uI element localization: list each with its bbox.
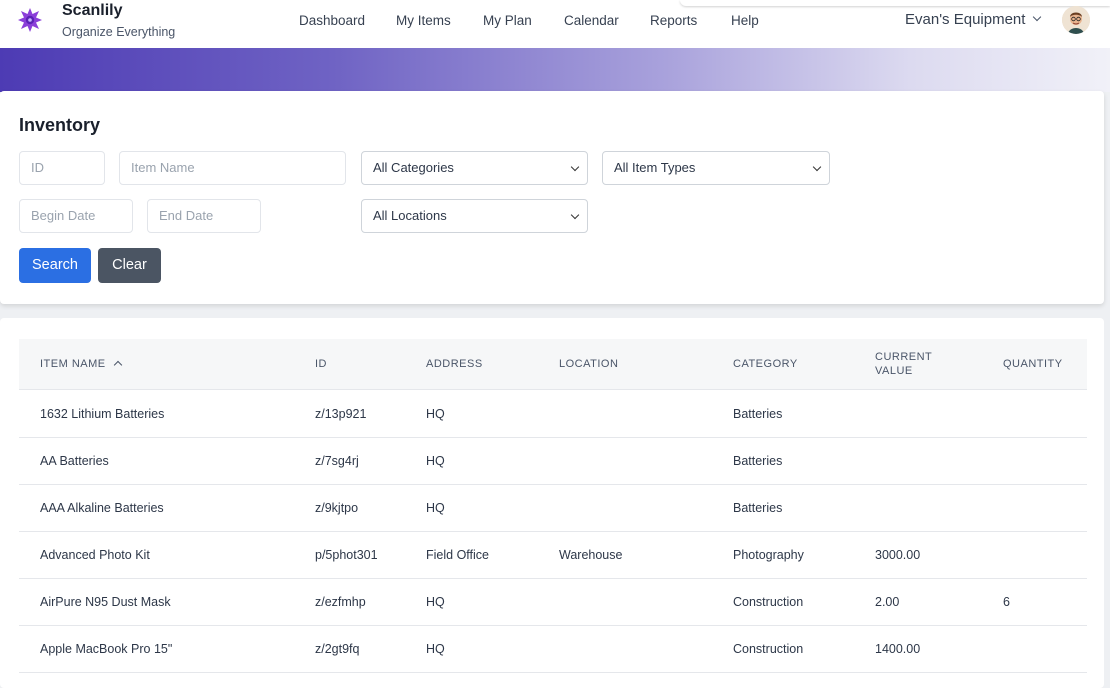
cell-category: Batteries <box>733 501 783 515</box>
column-header-current-value[interactable]: CURRENT VALUE <box>875 351 932 377</box>
page-title: Inventory <box>19 115 101 135</box>
search-button[interactable]: Search <box>19 248 91 283</box>
table-row[interactable]: AAA Alkaline Batteries z/9kjtpo HQ Batte… <box>19 485 1087 532</box>
location-select[interactable]: All Locations <box>361 199 588 233</box>
account-switcher[interactable]: Evan's Equipment <box>905 11 1042 28</box>
nav-help[interactable]: Help <box>731 13 759 28</box>
cell-id: z/9kjtpo <box>315 501 359 515</box>
table-row[interactable]: Advanced Photo Kit p/5phot301 Field Offi… <box>19 532 1087 579</box>
cell-category: Batteries <box>733 407 783 421</box>
item-name-input[interactable]: Item Name <box>119 151 346 185</box>
column-header-label: VALUE <box>875 365 913 377</box>
nav-dashboard[interactable]: Dashboard <box>299 13 365 28</box>
nav-calendar[interactable]: Calendar <box>564 13 619 28</box>
cell-category: Photography <box>733 548 804 562</box>
cell-quantity: 6 <box>1003 595 1010 609</box>
table-header: ITEM NAME ID ADDRESS LOCATION CATEGORY C… <box>19 339 1087 390</box>
category-select-value: All Categories <box>373 160 454 175</box>
header-banner <box>0 48 1110 92</box>
nav-reports[interactable]: Reports <box>650 13 697 28</box>
cell-id: p/5phot301 <box>315 548 378 562</box>
cell-address: HQ <box>426 642 445 656</box>
inventory-table-card: ITEM NAME ID ADDRESS LOCATION CATEGORY C… <box>0 318 1104 688</box>
cell-id: z/ezfmhp <box>315 595 366 609</box>
location-select-value: All Locations <box>373 208 447 223</box>
cell-id: z/13p921 <box>315 407 367 421</box>
id-input[interactable]: ID <box>19 151 105 185</box>
category-select[interactable]: All Categories <box>361 151 588 185</box>
column-header-label: CURRENT <box>875 351 933 363</box>
chevron-down-icon <box>1033 12 1042 22</box>
cell-address: HQ <box>426 595 445 609</box>
column-header-quantity[interactable]: QUANTITY <box>1003 358 1063 370</box>
brand-name[interactable]: Scanlily <box>62 2 122 20</box>
top-navbar: Scanlily Organize Everything Dashboard M… <box>0 0 1110 48</box>
cell-id: z/7sg4rj <box>315 454 359 468</box>
cell-address: Field Office <box>426 548 489 562</box>
cell-current-value: 3000.00 <box>875 548 921 562</box>
column-header-item-name[interactable]: ITEM NAME <box>40 358 122 370</box>
cell-category: Construction <box>733 595 804 609</box>
scanlily-logo-icon[interactable] <box>17 7 43 33</box>
cell-current-value: 1400.00 <box>875 642 921 656</box>
id-input-placeholder: ID <box>31 160 44 175</box>
cell-item-name[interactable]: Apple MacBook Pro 15" <box>40 642 172 656</box>
chevron-down-icon <box>570 210 580 220</box>
item-type-select[interactable]: All Item Types <box>602 151 830 185</box>
item-type-select-value: All Item Types <box>614 160 696 175</box>
cell-location: Warehouse <box>559 548 623 562</box>
cell-item-name[interactable]: 1632 Lithium Batteries <box>40 407 164 421</box>
table-row[interactable]: AirPure N95 Dust Mask z/ezfmhp HQ Constr… <box>19 579 1087 626</box>
cell-current-value: 2.00 <box>875 595 900 609</box>
column-header-label: ITEM NAME <box>40 358 106 370</box>
cell-address: HQ <box>426 407 445 421</box>
cell-address: HQ <box>426 454 445 468</box>
item-name-placeholder: Item Name <box>131 160 195 175</box>
cell-category: Construction <box>733 642 804 656</box>
chevron-down-icon <box>812 162 822 172</box>
cell-item-name[interactable]: AirPure N95 Dust Mask <box>40 595 171 609</box>
cell-id: z/2gt9fq <box>315 642 360 656</box>
clear-button[interactable]: Clear <box>98 248 161 283</box>
end-date-input[interactable]: End Date <box>147 199 261 233</box>
cell-address: HQ <box>426 501 445 515</box>
cell-item-name[interactable]: Advanced Photo Kit <box>40 548 150 562</box>
cell-item-name[interactable]: AA Batteries <box>40 454 109 468</box>
brand-tagline: Organize Everything <box>62 25 176 39</box>
end-date-placeholder: End Date <box>159 208 214 223</box>
column-header-id[interactable]: ID <box>315 358 327 370</box>
sort-ascending-icon <box>113 360 122 370</box>
user-avatar-icon <box>1062 6 1090 34</box>
chevron-down-icon <box>570 162 580 172</box>
nav-my-items[interactable]: My Items <box>396 13 451 28</box>
begin-date-input[interactable]: Begin Date <box>19 199 133 233</box>
begin-date-placeholder: Begin Date <box>31 208 96 223</box>
header-shadow <box>680 0 1110 6</box>
column-header-category[interactable]: CATEGORY <box>733 358 798 370</box>
column-header-address[interactable]: ADDRESS <box>426 358 483 370</box>
table-row[interactable]: Apple MacBook Pro 15" z/2gt9fq HQ Constr… <box>19 626 1087 673</box>
account-label: Evan's Equipment <box>905 11 1026 28</box>
column-header-location[interactable]: LOCATION <box>559 358 618 370</box>
table-row[interactable]: AA Batteries z/7sg4rj HQ Batteries <box>19 438 1087 485</box>
cell-category: Batteries <box>733 454 783 468</box>
cell-item-name[interactable]: AAA Alkaline Batteries <box>40 501 164 515</box>
nav-my-plan[interactable]: My Plan <box>483 13 532 28</box>
inventory-filter-card: Inventory ID Item Name All Categories Al… <box>0 91 1104 304</box>
table-row[interactable]: 1632 Lithium Batteries z/13p921 HQ Batte… <box>19 391 1087 438</box>
avatar[interactable] <box>1062 6 1090 34</box>
